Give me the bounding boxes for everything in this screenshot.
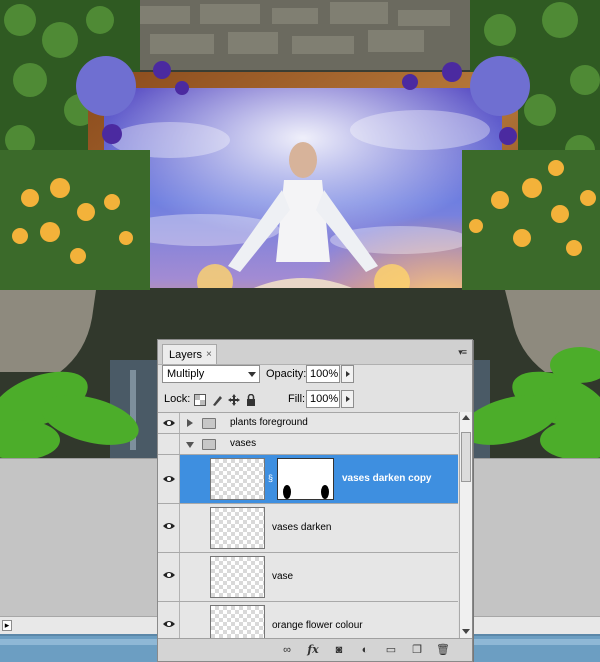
visibility-toggle[interactable] [158,553,180,601]
scroll-up-arrow-icon[interactable] [462,415,470,420]
collapse-triangle-icon[interactable] [186,442,194,448]
layer-thumbnail[interactable] [210,507,265,549]
adjustment-layer-icon[interactable]: ◐ [358,643,372,657]
panel-footer: ∞ fx ◙ ◐ ▭ ❐ 🗑 [158,638,472,661]
fill-label: Fill: [288,393,306,405]
visibility-toggle[interactable] [158,413,180,433]
layer-name: vases darken copy [342,473,432,484]
eye-icon[interactable] [163,620,175,628]
visibility-toggle[interactable] [158,504,180,552]
layer-thumbnail[interactable] [210,605,265,638]
eye-icon[interactable] [163,475,175,483]
eye-icon[interactable] [163,522,175,530]
folder-icon [202,439,216,450]
chevron-down-icon [248,372,256,377]
layer-name: vases [230,438,257,449]
layer-row[interactable]: orange flower colour [158,602,458,638]
eye-icon[interactable] [163,571,175,579]
expand-triangle-icon[interactable] [187,419,193,427]
layer-row-selected[interactable]: § vases darken copy [158,455,458,504]
blend-mode-select[interactable]: Multiply [162,365,260,383]
tab-layers[interactable]: Layers × [162,344,217,364]
mask-link-icon[interactable]: § [268,473,273,483]
layer-row[interactable]: vases darken [158,504,458,553]
layer-row-group[interactable]: plants foreground [158,413,458,434]
layer-mask-thumbnail[interactable] [277,458,334,500]
opacity-slider-arrow[interactable] [341,365,354,383]
layer-name: plants foreground [230,417,308,428]
layer-name: orange flower colour [272,620,363,631]
panel-menu-icon[interactable]: ▾≡ [458,347,467,358]
new-layer-icon[interactable]: ❐ [410,643,424,657]
folder-icon [202,418,216,429]
layer-thumbnail[interactable] [210,556,265,598]
tab-label: Layers [169,348,203,361]
fill-field[interactable]: 100% [306,390,340,408]
lock-label: Lock: [164,393,191,405]
scroll-down-arrow-icon[interactable] [462,629,470,634]
layer-name: vases darken [272,522,332,533]
lock-transparency-icon[interactable] [194,394,206,406]
link-layers-icon[interactable]: ∞ [280,643,294,657]
opacity-field[interactable]: 100% [306,365,340,383]
trash-icon[interactable]: 🗑 [436,643,450,657]
lock-all-icon[interactable] [245,394,257,406]
layer-row[interactable]: vase [158,553,458,602]
layer-name: vase [272,571,294,582]
visibility-toggle[interactable] [158,434,180,454]
layers-panel[interactable]: Layers × ▾≡ Multiply Opacity: 100% Lock:… [157,339,473,662]
layer-thumbnail[interactable] [210,458,265,500]
visibility-toggle[interactable] [158,455,180,503]
layer-list[interactable]: plants foreground vases § vases darken c… [158,412,458,638]
eye-icon[interactable] [163,419,175,427]
layer-row-group[interactable]: vases [158,434,458,455]
blend-mode-value: Multiply [167,368,205,380]
new-group-icon[interactable]: ▭ [384,643,398,657]
visibility-toggle[interactable] [158,602,180,638]
fx-icon[interactable]: fx [306,643,320,657]
add-mask-icon[interactable]: ◙ [332,643,346,657]
scroll-left-arrow-icon[interactable]: ▸ [2,620,12,631]
lock-image-brush-icon[interactable] [211,394,223,406]
opacity-label: Opacity: [266,368,307,380]
fill-slider-arrow[interactable] [341,390,354,408]
panel-titlebar[interactable]: Layers × ▾≡ [158,340,472,365]
layer-list-scrollbar[interactable] [459,412,472,638]
tab-close-icon[interactable]: × [206,349,212,360]
mask-shape [283,485,329,499]
lock-position-move-icon[interactable] [228,394,240,406]
scroll-thumb[interactable] [461,432,471,482]
